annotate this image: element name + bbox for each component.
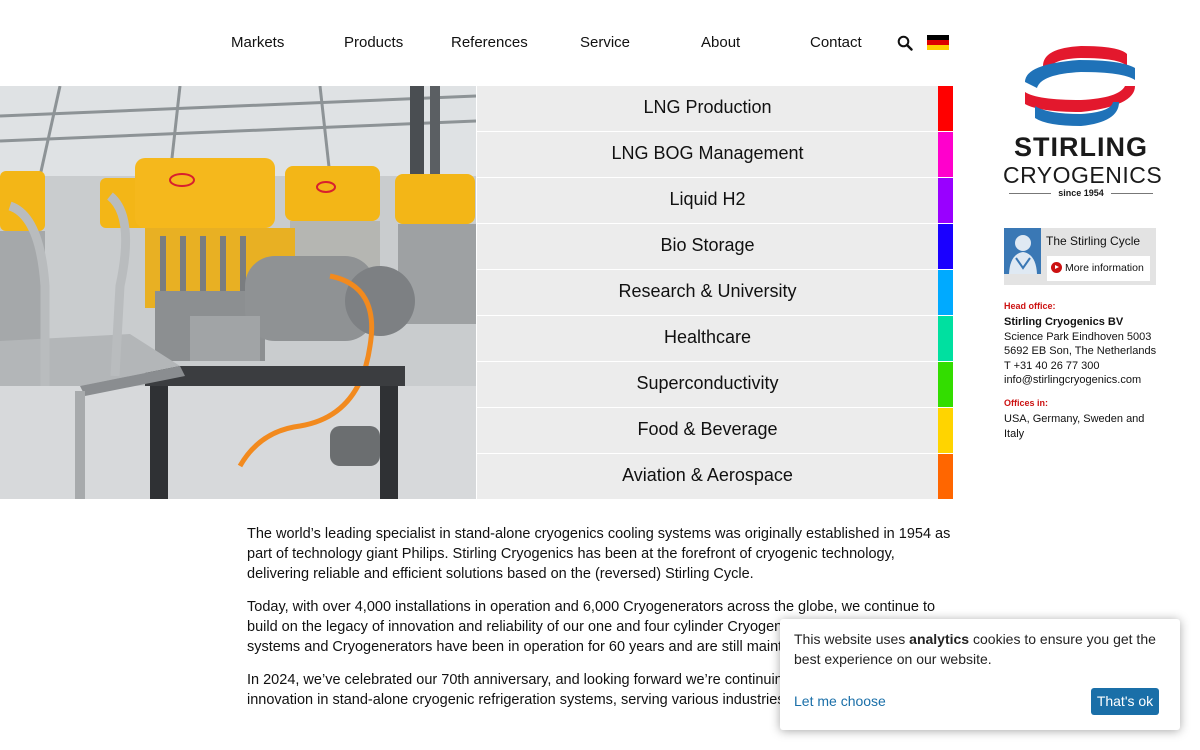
nav-item-service[interactable]: Service [580,34,630,51]
market-healthcare[interactable]: Healthcare [477,316,953,361]
market-color-bar [938,270,953,315]
stirling-cycle-card[interactable]: The Stirling Cycle More information [1004,228,1156,285]
more-information-button[interactable]: More information [1047,256,1150,281]
market-bio-storage[interactable]: Bio Storage [477,224,953,269]
cookie-text-bold: analytics [909,631,970,647]
nav-item-about[interactable]: About [701,34,740,51]
company-name: Stirling Cryogenics BV [1004,316,1124,328]
accept-cookies-button[interactable]: That's ok [1091,688,1159,715]
main-navigation: Markets Products References Service Abou… [200,0,960,86]
markets-list: LNG Production LNG BOG Management Liquid… [477,86,953,499]
market-color-bar [938,224,953,269]
market-color-bar [938,178,953,223]
cookie-message: This website uses analytics cookies to e… [794,629,1170,669]
stirling-portrait-thumbnail [1004,228,1041,274]
market-label: Liquid H2 [669,189,746,209]
nav-item-markets[interactable]: Markets [231,34,284,51]
nav-item-contact[interactable]: Contact [810,34,862,51]
market-aviation-aerospace[interactable]: Aviation & Aerospace [477,454,953,499]
offices-list: USA, Germany, Sweden and Italy [1004,412,1145,440]
let-me-choose-link[interactable]: Let me choose [794,693,886,709]
market-color-bar [938,86,953,131]
market-label: Bio Storage [660,235,755,255]
phone-number[interactable]: T +31 40 26 77 300 [1004,359,1164,374]
market-superconductivity[interactable]: Superconductivity [477,362,953,407]
market-label: LNG BOG Management [611,143,804,163]
offices-heading: Offices in: [1004,397,1049,408]
cookie-consent-banner: This website uses analytics cookies to e… [780,619,1180,730]
market-research-university[interactable]: Research & University [477,270,953,315]
market-color-bar [938,362,953,407]
intro-paragraph-1: The world’s leading specialist in stand-… [247,526,951,582]
market-label: Food & Beverage [637,419,778,439]
more-information-label: More information [1065,262,1144,274]
market-lng-production[interactable]: LNG Production [477,86,953,131]
play-circle-icon [1051,262,1062,273]
market-color-bar [938,408,953,453]
stirling-cryogenics-logo[interactable]: STIRLING CRYOGENICS since 1954 [1003,42,1163,202]
logo-wordmark: STIRLING [1014,132,1148,162]
email-link[interactable]: info@stirlingcryogenics.com [1004,373,1164,388]
market-label: Aviation & Aerospace [622,465,793,485]
logo-subtitle: CRYOGENICS [1003,162,1163,188]
market-label: LNG Production [643,97,772,117]
german-flag-icon[interactable] [927,35,949,50]
nav-item-references[interactable]: References [451,34,528,51]
logo-rule-right [1111,193,1153,194]
nav-item-products[interactable]: Products [344,34,403,51]
address-line-1: Science Park Eindhoven 5003 [1004,330,1152,343]
market-color-bar [938,454,953,499]
search-icon[interactable] [897,35,913,51]
market-lng-bog-management[interactable]: LNG BOG Management [477,132,953,177]
stirling-cycle-title: The Stirling Cycle [1046,234,1141,248]
office-info: Head office: Stirling Cryogenics BV Scie… [1004,300,1164,441]
market-label: Healthcare [663,327,752,347]
market-liquid-h2[interactable]: Liquid H2 [477,178,953,223]
address-line-2: 5692 EB Son, The Netherlands [1004,345,1157,358]
cookie-text-prefix: This website uses [794,631,910,647]
market-label: Superconductivity [636,373,779,393]
market-food-beverage[interactable]: Food & Beverage [477,408,953,453]
market-color-bar [938,132,953,177]
hero-image-cryogenerators [0,86,476,499]
logo-mark-icon [1025,46,1135,126]
market-color-bar [938,316,953,361]
head-office-heading: Head office: [1004,301,1056,311]
market-label: Research & University [618,281,797,301]
